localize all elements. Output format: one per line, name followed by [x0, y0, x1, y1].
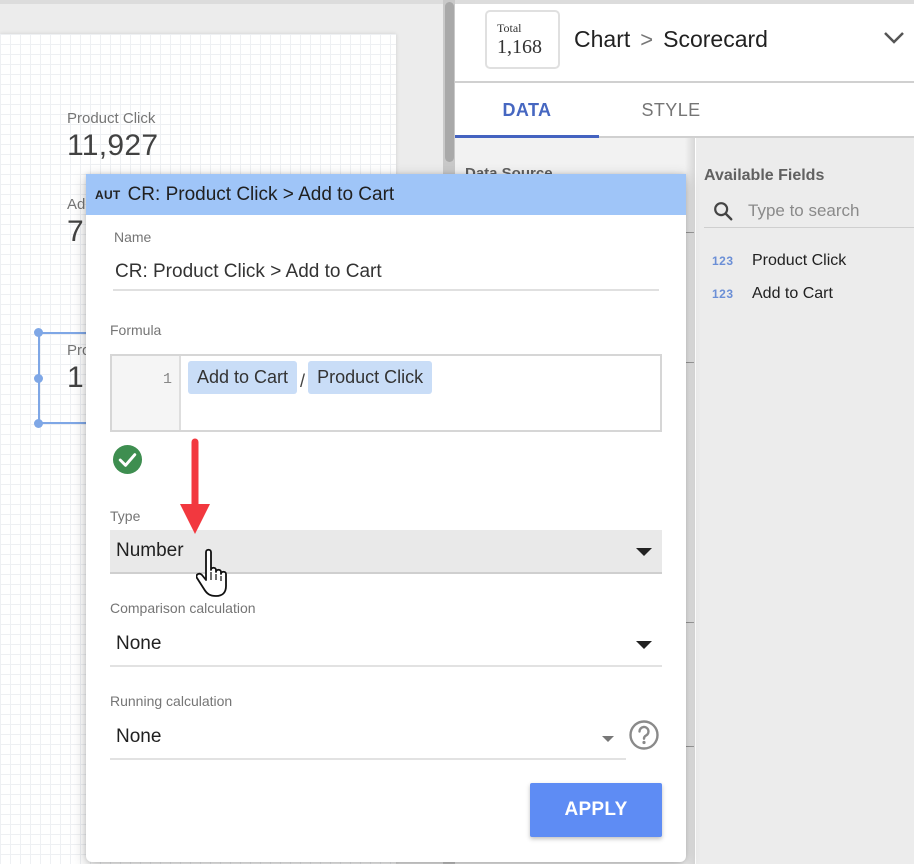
breadcrumb: Chart > Scorecard: [574, 26, 768, 53]
apply-button[interactable]: APPLY: [530, 783, 662, 837]
breadcrumb-parent: Chart: [574, 26, 631, 52]
column-divider: [685, 138, 695, 864]
chevron-right-icon: >: [640, 26, 654, 52]
thumbnail-label: Total: [497, 21, 522, 35]
editor-title: CR: Product Click > Add to Cart: [127, 183, 395, 205]
chevron-down-icon[interactable]: [883, 30, 905, 46]
line-gutter: 1: [112, 356, 181, 430]
calculated-field-editor: AUT CR: Product Click > Add to Cart Name…: [86, 174, 686, 862]
panel-tabs: DATA STYLE: [455, 85, 914, 138]
comparison-value: None: [116, 633, 162, 654]
divider: [686, 362, 694, 363]
resize-handle-top-left[interactable]: [34, 328, 43, 337]
type-value: Number: [116, 540, 184, 561]
chart-type-thumbnail[interactable]: Total 1,168: [485, 10, 560, 69]
running-calculation-label: Running calculation: [110, 693, 233, 709]
editor-header: AUT CR: Product Click > Add to Cart: [86, 174, 686, 215]
comparison-calculation-select[interactable]: None: [110, 623, 662, 667]
formula-editor[interactable]: 1 Add to Cart / Product Click: [110, 354, 662, 432]
breadcrumb-current: Scorecard: [663, 26, 768, 52]
field-label: Add to Cart: [752, 285, 833, 302]
panel-header: Total 1,168 Chart > Scorecard: [455, 4, 914, 83]
number-type-icon: 123: [712, 254, 734, 268]
name-input[interactable]: [113, 254, 659, 291]
line-number: 1: [162, 371, 172, 388]
formula-field-chip[interactable]: Product Click: [308, 361, 433, 394]
dropdown-caret-icon: [636, 548, 652, 556]
type-label: Type: [110, 508, 141, 524]
resize-handle-middle-left[interactable]: [34, 374, 43, 383]
tab-data[interactable]: DATA: [455, 85, 599, 138]
comparison-calculation-label: Comparison calculation: [110, 600, 256, 616]
formula-label: Formula: [110, 322, 162, 338]
hand-pointer-cursor-icon: [196, 548, 227, 597]
available-fields-column: Available Fields 123 Product Click 123 A…: [696, 138, 914, 864]
running-value: None: [116, 726, 162, 747]
tab-style[interactable]: STYLE: [599, 85, 743, 136]
field-item-add-to-cart[interactable]: 123 Add to Cart: [712, 285, 833, 303]
name-label: Name: [114, 229, 152, 245]
available-fields-title: Available Fields: [704, 167, 825, 184]
search-icon: [714, 201, 733, 220]
aggregation-badge: AUT: [95, 187, 121, 202]
thumbnail-value: 1,168: [497, 36, 542, 58]
scorecard-value: 11,927: [67, 129, 159, 162]
running-calculation-select[interactable]: None: [110, 716, 626, 760]
divider: [686, 622, 694, 623]
formula-tokens[interactable]: Add to Cart / Product Click: [188, 361, 433, 394]
field-search: [704, 194, 914, 228]
check-circle-icon: [112, 444, 143, 475]
canvas-scrollbar-thumb[interactable]: [445, 2, 454, 162]
resize-handle-bottom-left[interactable]: [34, 419, 43, 428]
scorecard-label: Product Click: [67, 110, 156, 127]
field-item-product-click[interactable]: 123 Product Click: [712, 252, 846, 270]
scorecard-product-click[interactable]: Product Click 11,927: [67, 110, 158, 163]
help-icon[interactable]: [628, 719, 660, 751]
annotation-arrow-down-icon: [180, 438, 210, 534]
divider: [686, 746, 694, 747]
formula-operator: /: [300, 371, 306, 391]
field-search-input[interactable]: [748, 200, 898, 221]
type-select[interactable]: Number: [110, 530, 662, 574]
number-type-icon: 123: [712, 287, 734, 301]
field-label: Product Click: [752, 252, 847, 269]
dropdown-caret-icon: [602, 736, 614, 742]
dropdown-caret-icon: [636, 641, 652, 649]
divider: [686, 232, 694, 233]
formula-field-chip[interactable]: Add to Cart: [188, 361, 298, 394]
